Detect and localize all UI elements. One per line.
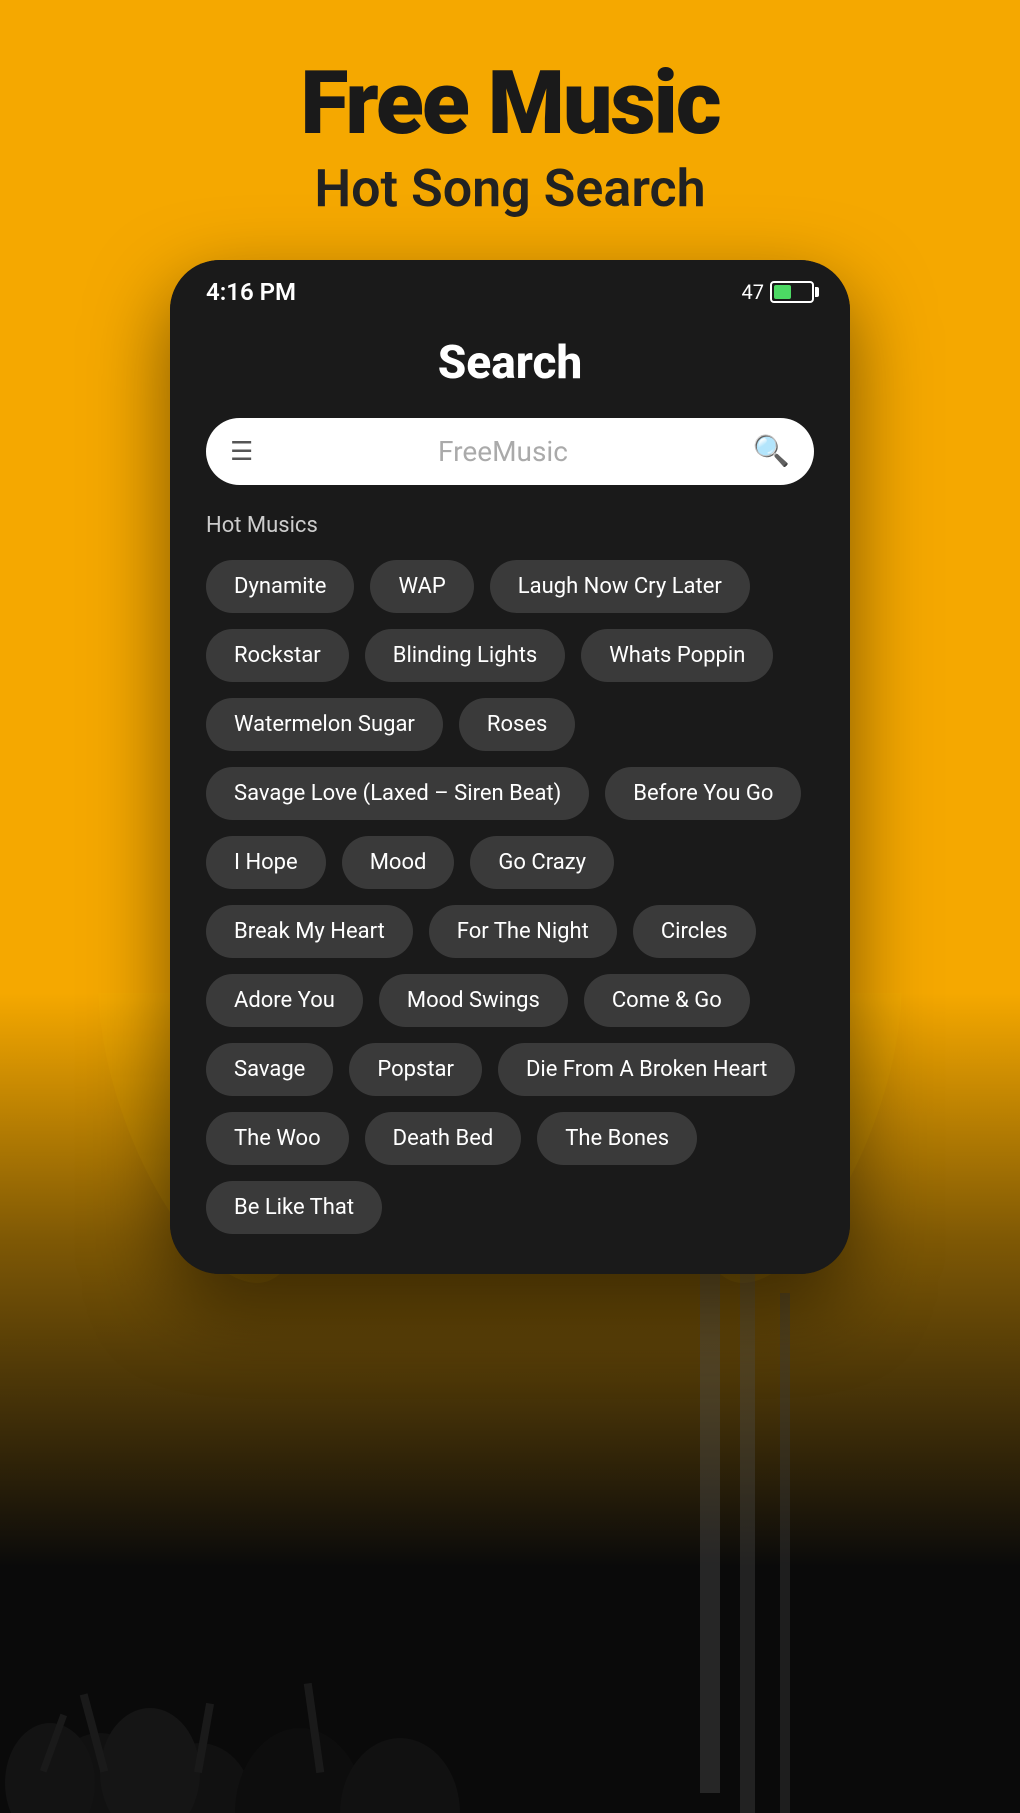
- search-title: Search: [206, 336, 814, 390]
- tag-item[interactable]: Savage: [206, 1043, 333, 1096]
- tag-item[interactable]: Dynamite: [206, 560, 354, 613]
- tag-item[interactable]: Whats Poppin: [581, 629, 773, 682]
- tag-item[interactable]: The Woo: [206, 1112, 349, 1165]
- tag-item[interactable]: Circles: [633, 905, 756, 958]
- tag-item[interactable]: Watermelon Sugar: [206, 698, 443, 751]
- tag-item[interactable]: Mood Swings: [379, 974, 568, 1027]
- tag-item[interactable]: Laugh Now Cry Later: [490, 560, 750, 613]
- tag-item[interactable]: Be Like That: [206, 1181, 382, 1234]
- tag-item[interactable]: Death Bed: [365, 1112, 522, 1165]
- tag-item[interactable]: Go Crazy: [470, 836, 614, 889]
- status-battery: 47: [742, 280, 814, 304]
- tag-item[interactable]: WAP: [370, 560, 473, 613]
- hot-musics-label: Hot Musics: [206, 513, 814, 538]
- page-subtitle: Hot Song Search: [40, 158, 980, 219]
- tag-item[interactable]: Come & Go: [584, 974, 750, 1027]
- menu-icon[interactable]: ☰: [230, 437, 253, 467]
- tag-item[interactable]: The Bones: [537, 1112, 697, 1165]
- tag-item[interactable]: Mood: [342, 836, 455, 889]
- phone-mockup: 4:16 PM 47 Search ☰ FreeMusic 🔍 Hot Musi…: [170, 260, 850, 1274]
- tag-item[interactable]: Break My Heart: [206, 905, 413, 958]
- tag-item[interactable]: I Hope: [206, 836, 326, 889]
- tag-item[interactable]: Before You Go: [605, 767, 801, 820]
- status-bar: 4:16 PM 47: [170, 260, 850, 316]
- tag-item[interactable]: Popstar: [349, 1043, 482, 1096]
- search-icon[interactable]: 🔍: [753, 434, 790, 469]
- tags-container: Dynamite WAP Laugh Now Cry Later Rockstar Bl…: [206, 560, 814, 1234]
- search-bar[interactable]: ☰ FreeMusic 🔍: [206, 418, 814, 485]
- battery-icon: [770, 281, 814, 303]
- tag-item[interactable]: Blinding Lights: [365, 629, 566, 682]
- tag-item[interactable]: Savage Love (Laxed – Siren Beat): [206, 767, 589, 820]
- search-input[interactable]: FreeMusic: [269, 435, 736, 468]
- tag-item[interactable]: Die From A Broken Heart: [498, 1043, 795, 1096]
- tag-item[interactable]: Adore You: [206, 974, 363, 1027]
- page-title: Free Music: [40, 60, 980, 148]
- status-time: 4:16 PM: [206, 278, 296, 306]
- tag-item[interactable]: For The Night: [429, 905, 617, 958]
- tag-item[interactable]: Rockstar: [206, 629, 349, 682]
- battery-percent: 47: [742, 280, 764, 304]
- tag-item[interactable]: Roses: [459, 698, 575, 751]
